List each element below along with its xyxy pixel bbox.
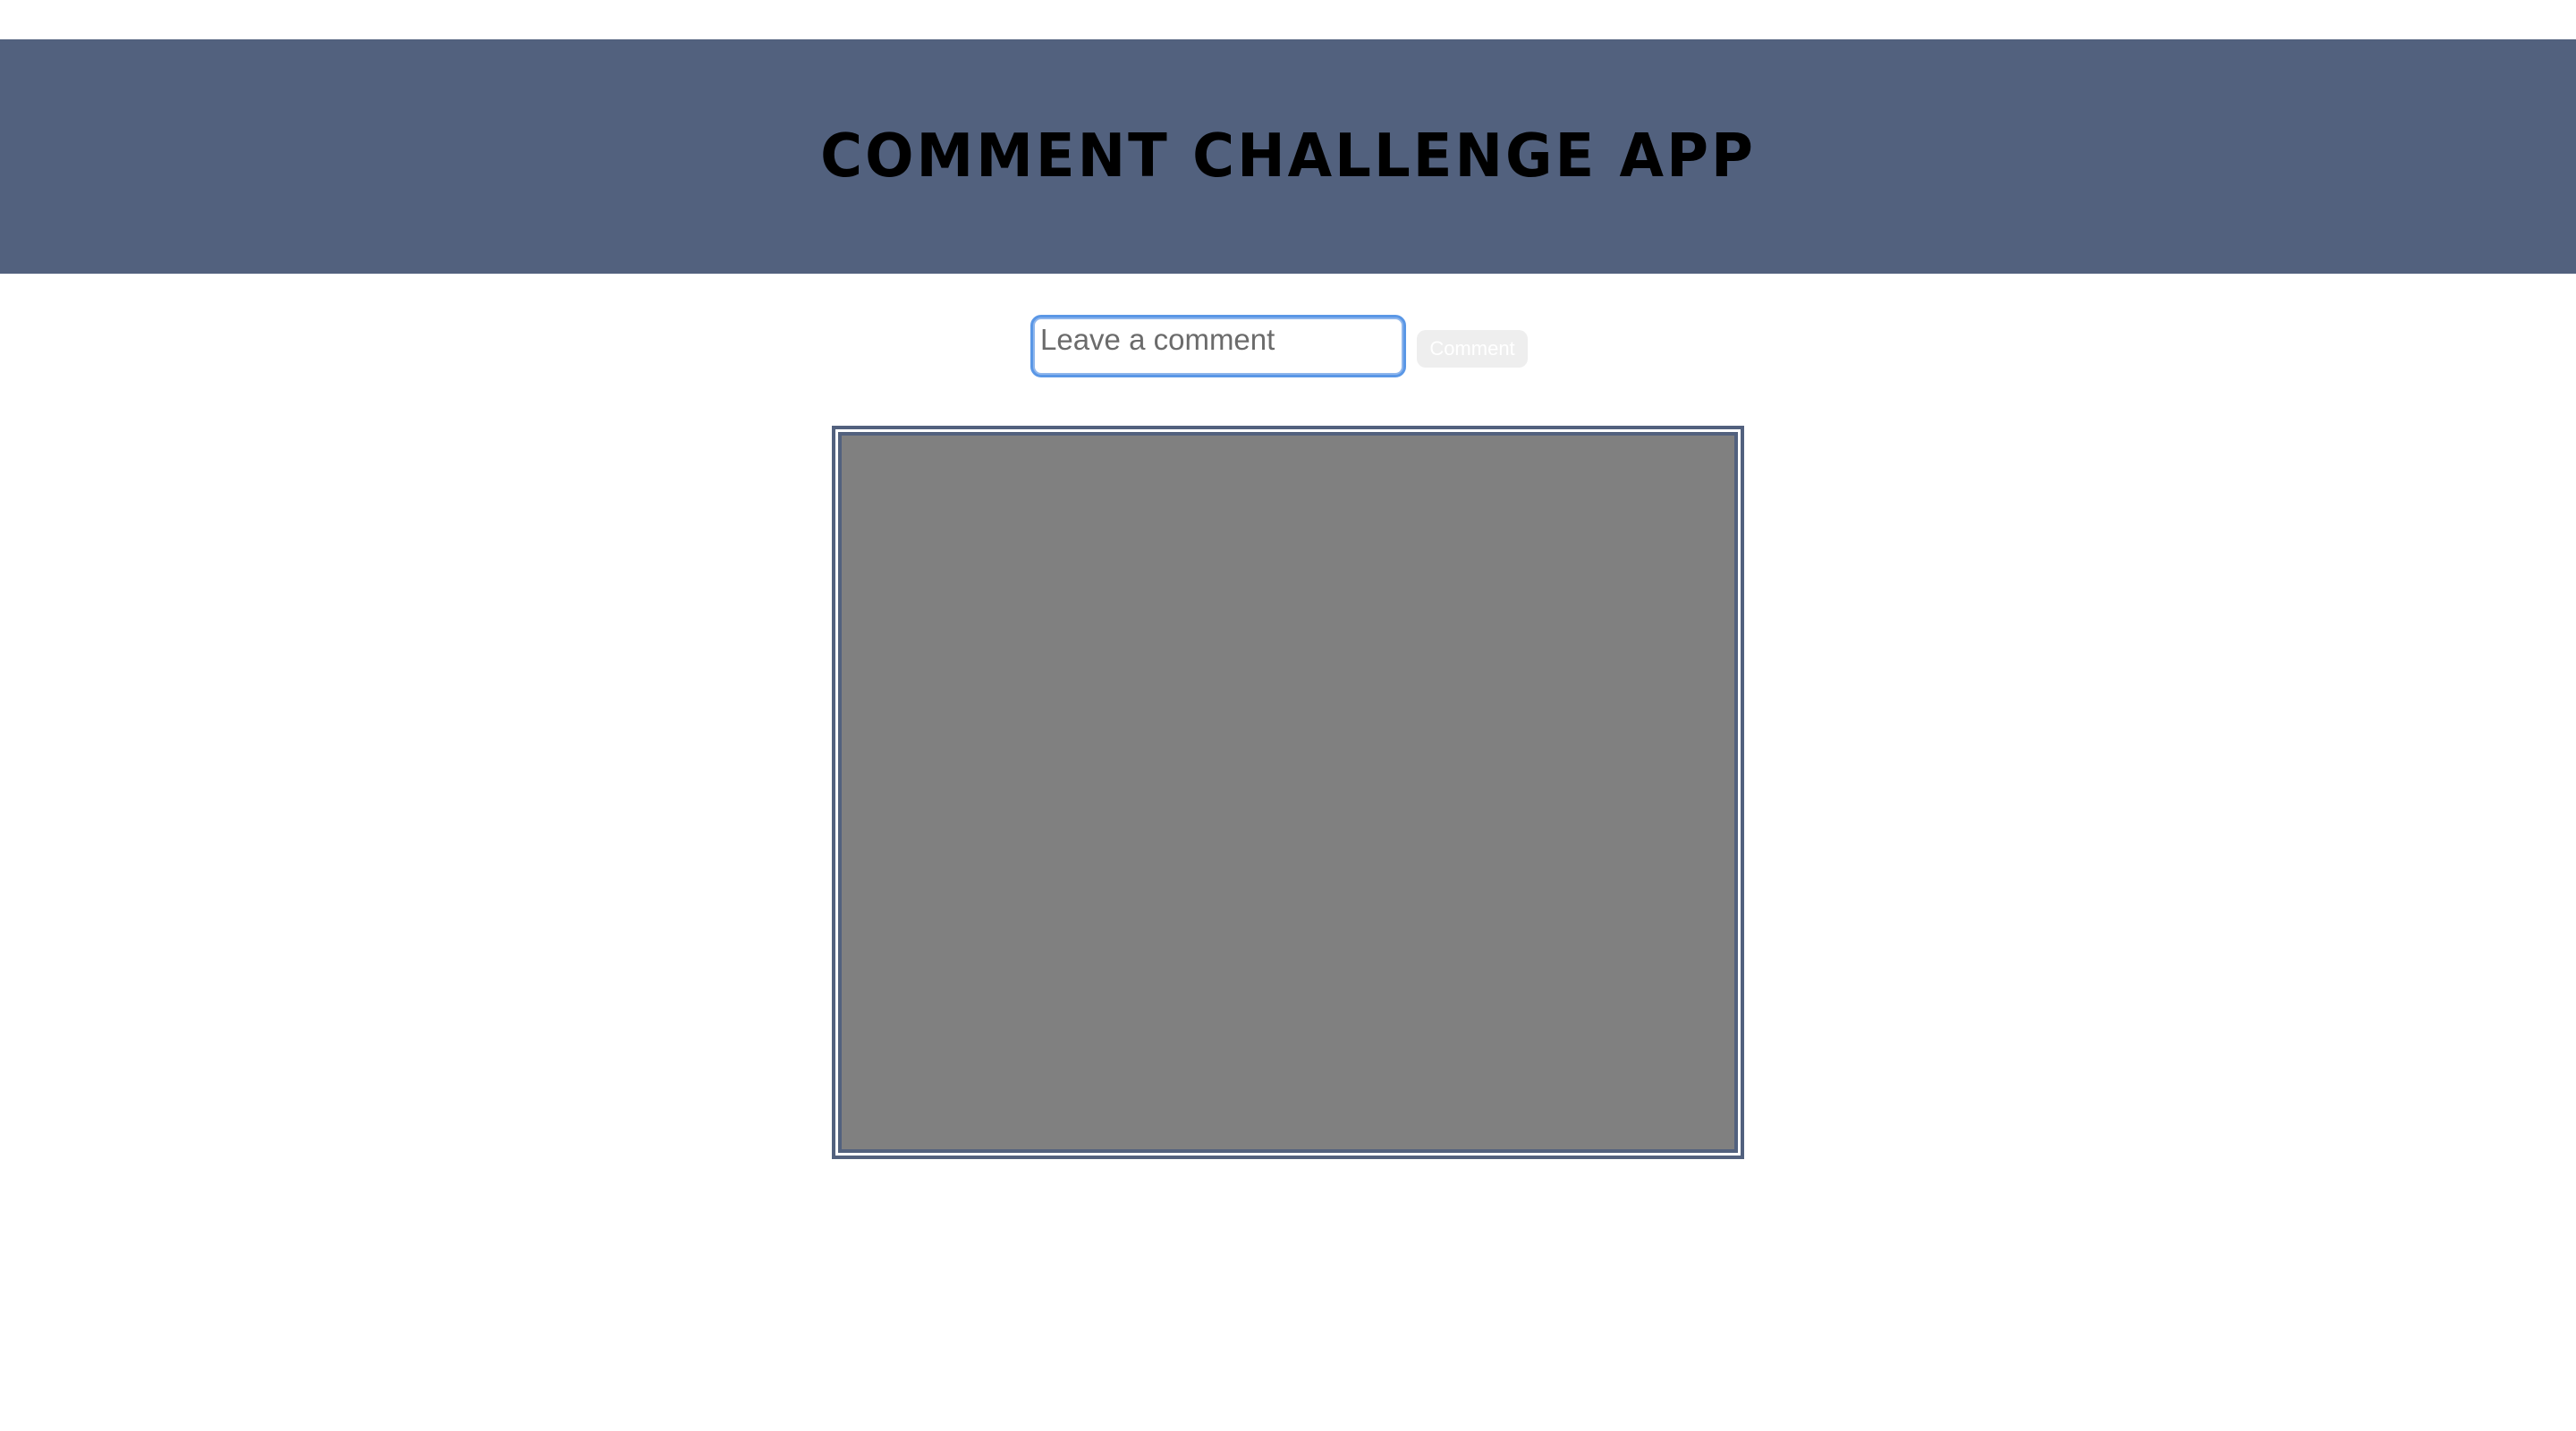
page-title: Comment Challenge App xyxy=(820,122,1756,191)
comment-submit-button[interactable]: Comment xyxy=(1417,330,1528,368)
comment-form: Comment xyxy=(1030,315,1528,377)
app-header: Comment Challenge App xyxy=(0,39,2576,274)
comment-input[interactable] xyxy=(1030,315,1406,377)
comments-panel xyxy=(832,426,1744,1159)
comments-list xyxy=(838,432,1738,1153)
